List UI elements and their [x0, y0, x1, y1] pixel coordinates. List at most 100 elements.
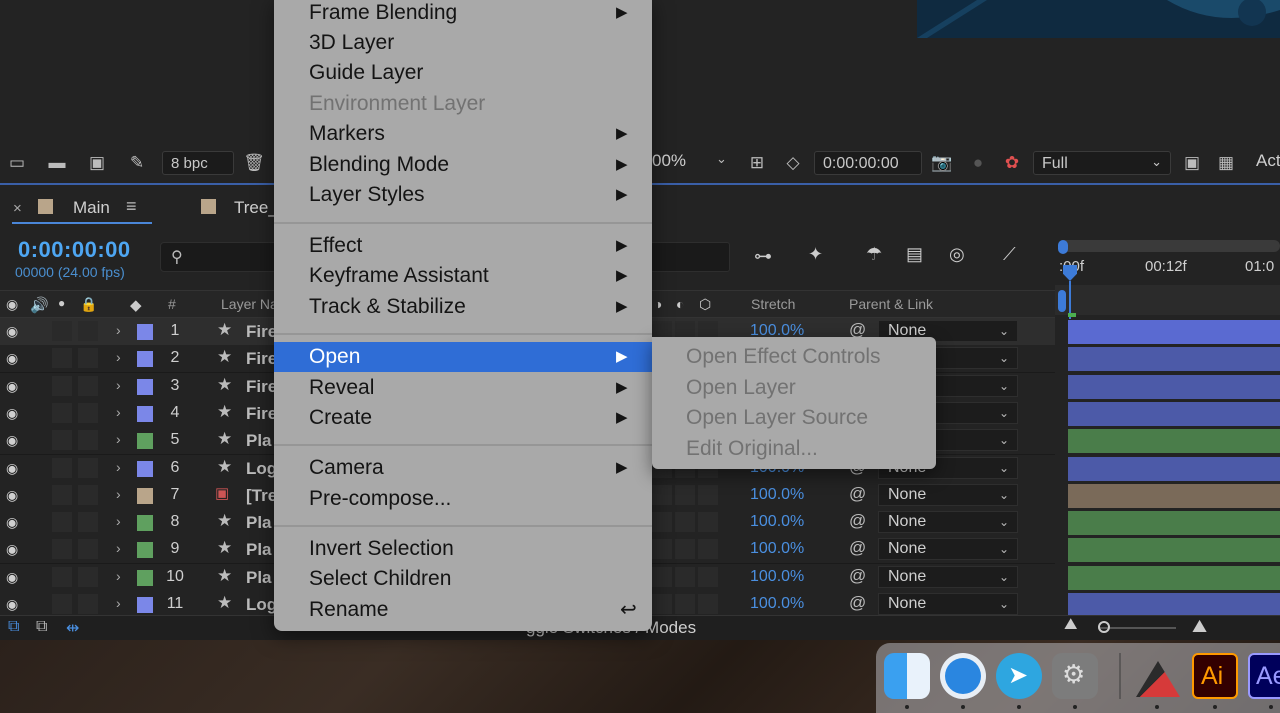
solo-switch[interactable] — [52, 321, 72, 341]
layer-name[interactable]: Fire — [246, 377, 277, 397]
graph-editor-icon[interactable]: ⟋ — [1003, 244, 1016, 265]
transparency-grid-icon[interactable]: ▦ — [1215, 153, 1237, 173]
chevron-right-icon[interactable]: › — [116, 431, 121, 447]
audio-icon[interactable]: 🔊 — [30, 296, 49, 314]
chevron-right-icon[interactable]: › — [116, 513, 121, 529]
visibility-eye-icon[interactable]: ◉ — [6, 432, 18, 449]
column-stretch[interactable]: Stretch — [751, 296, 795, 312]
visibility-eye-icon[interactable]: ◉ — [6, 323, 18, 340]
menu-item-camera[interactable]: Camera ▶ — [274, 453, 652, 483]
resolution-select[interactable]: Full ⌄ — [1033, 151, 1171, 175]
chevron-right-icon[interactable]: › — [116, 595, 121, 611]
system-preferences-icon[interactable]: ⚙ — [1052, 653, 1098, 699]
layer-name[interactable]: Pla — [246, 540, 272, 560]
region-icon[interactable]: ◇ — [782, 153, 804, 173]
trash-icon[interactable]: 🗑 — [243, 153, 265, 173]
telegram-icon[interactable]: ➤ — [996, 653, 1042, 699]
label-color-swatch[interactable] — [137, 324, 153, 340]
visibility-eye-icon[interactable]: ◉ — [6, 378, 18, 395]
label-color-swatch[interactable] — [137, 351, 153, 368]
layer-name[interactable]: Pla — [246, 431, 272, 451]
menu-item-blending-mode[interactable]: Blending Mode ▶ — [274, 150, 652, 180]
pick-whip-icon[interactable]: @ — [849, 593, 866, 613]
bpc-button[interactable]: 8 bpc — [162, 151, 234, 175]
layer-switch[interactable] — [652, 512, 672, 533]
menu-item-effect[interactable]: Effect ▶ — [274, 231, 652, 261]
lock-switch[interactable] — [78, 375, 98, 396]
layer-switch[interactable] — [675, 484, 695, 505]
layer-switch[interactable] — [675, 512, 695, 533]
chevron-right-icon[interactable]: › — [116, 568, 121, 584]
grid-icon[interactable]: ⊞ — [746, 153, 768, 173]
layer-switch[interactable] — [652, 594, 672, 614]
zoom-out-icon[interactable]: ⛰ — [1064, 616, 1077, 634]
stretch-value[interactable]: 100.0% — [750, 513, 804, 531]
label-color-swatch[interactable] — [137, 569, 153, 586]
lock-switch[interactable] — [78, 457, 98, 478]
solo-switch[interactable] — [52, 566, 72, 587]
lock-switch[interactable] — [78, 539, 98, 560]
lock-switch[interactable] — [78, 321, 98, 341]
folder-icon[interactable]: ▬ — [46, 153, 68, 173]
solo-switch[interactable] — [52, 430, 72, 451]
layer-search-input[interactable]: ⚲ — [160, 242, 280, 272]
layer-duration-bar[interactable] — [1068, 320, 1280, 344]
menu-item-markers[interactable]: Markers ▶ — [274, 119, 652, 149]
visibility-eye-icon[interactable]: ◉ — [6, 487, 18, 504]
layer-name[interactable]: Fire — [246, 349, 277, 369]
menu-item-create[interactable]: Create ▶ — [274, 403, 652, 433]
time-ruler[interactable]: :00f 00:12f 01:0 — [1055, 237, 1280, 319]
layer-switch[interactable] — [675, 594, 695, 614]
label-color-swatch[interactable] — [137, 597, 153, 613]
menu-icon[interactable]: ≡ — [126, 196, 137, 217]
search-field-extension[interactable] — [650, 242, 730, 272]
feather-icon[interactable]: ✎ — [126, 153, 148, 173]
visibility-eye-icon[interactable]: ◉ — [6, 541, 18, 558]
chevron-right-icon[interactable]: › — [116, 322, 121, 338]
layer-switch[interactable] — [652, 539, 672, 560]
in-out-panel-icon[interactable]: ⇹ — [66, 618, 79, 638]
stretch-value[interactable]: 100.0% — [750, 568, 804, 586]
parent-select[interactable]: None ⌄ — [878, 565, 1018, 588]
solo-switch[interactable] — [52, 348, 72, 369]
tab-main[interactable]: Main — [73, 198, 110, 218]
menu-item-guide-layer[interactable]: Guide Layer — [274, 58, 652, 88]
layer-name[interactable]: Pla — [246, 513, 272, 533]
composition-icon[interactable]: ▣ — [86, 153, 108, 173]
layer-switch[interactable] — [698, 566, 718, 587]
chevron-right-icon[interactable]: › — [116, 459, 121, 475]
color-channels-icon[interactable]: ✿ — [1001, 153, 1023, 173]
show-snapshot-icon[interactable]: ● — [967, 153, 989, 173]
solo-switch[interactable] — [52, 457, 72, 478]
menu-item-track-stabilize[interactable]: Track & Stabilize ▶ — [274, 292, 652, 322]
stretch-value[interactable]: 100.0% — [750, 595, 804, 613]
menu-item-rename[interactable]: Rename ↩ — [274, 595, 652, 625]
solo-switch[interactable] — [52, 539, 72, 560]
playhead-handle[interactable] — [1058, 290, 1066, 312]
label-color-swatch[interactable] — [137, 460, 153, 477]
column-layer-name[interactable]: Layer Na — [221, 296, 278, 312]
lock-switch[interactable] — [78, 430, 98, 451]
layer-duration-bar[interactable] — [1068, 456, 1280, 481]
label-tag-icon[interactable]: ◆ — [130, 296, 142, 314]
zoom-in-icon[interactable]: ⛰ — [1192, 616, 1207, 637]
chevron-down-icon[interactable]: ⌄ — [716, 151, 727, 167]
layer-duration-bar[interactable] — [1068, 538, 1280, 563]
layer-duration-bar[interactable] — [1068, 593, 1280, 617]
current-time-field[interactable]: 0:00:00:00 — [814, 151, 922, 175]
layer-switch[interactable] — [675, 566, 695, 587]
visibility-eye-icon[interactable]: ◉ — [6, 514, 18, 531]
layer-name[interactable]: Pla — [246, 568, 272, 588]
solo-switch[interactable] — [52, 375, 72, 396]
label-color-swatch[interactable] — [137, 378, 153, 395]
parent-select[interactable]: None ⌄ — [878, 593, 1018, 615]
solo-icon[interactable]: ● — [58, 296, 65, 310]
draft-3d-icon[interactable]: ✦ — [808, 244, 823, 265]
pick-whip-icon[interactable]: @ — [849, 484, 866, 504]
zoom-select[interactable]: 00% — [652, 151, 686, 171]
parent-select[interactable]: None ⌄ — [878, 511, 1018, 534]
layer-name[interactable]: Fire — [246, 322, 277, 342]
menu-item-keyframe-assistant[interactable]: Keyframe Assistant ▶ — [274, 261, 652, 291]
layer-switch[interactable] — [698, 594, 718, 614]
layer-duration-bar[interactable] — [1068, 511, 1280, 536]
